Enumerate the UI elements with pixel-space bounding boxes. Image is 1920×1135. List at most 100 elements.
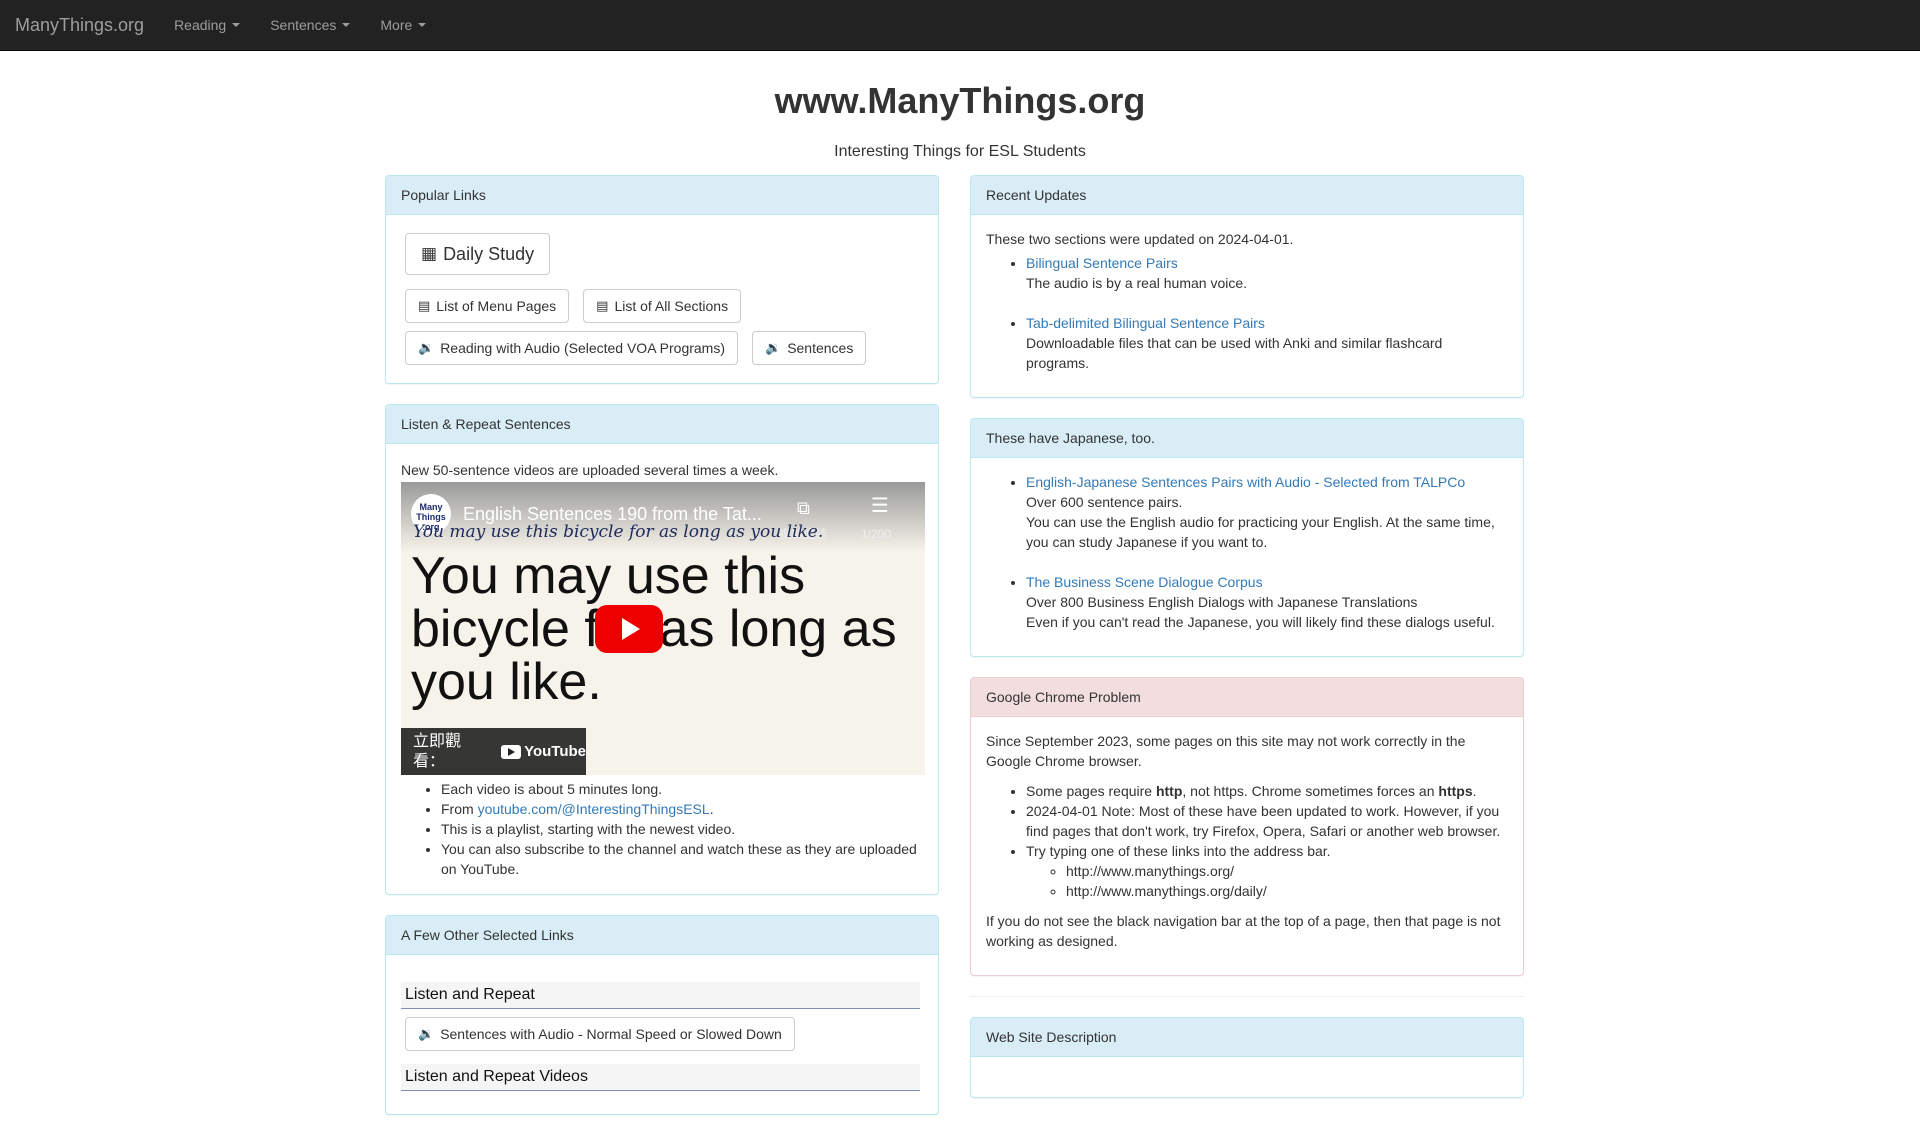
- listen-intro: New 50-sentence videos are uploaded seve…: [401, 462, 779, 478]
- panel-heading: Web Site Description: [971, 1018, 1523, 1057]
- daily-study-button[interactable]: ▦ Daily Study: [405, 233, 551, 275]
- chrome-intro: Since September 2023, some pages on this…: [986, 733, 1466, 769]
- item-description: Even if you can't read the Japanese, you…: [1026, 614, 1495, 630]
- video-big-text: You may use this bicycle for as long as …: [411, 547, 897, 711]
- item-description: Downloadable files that can be used with…: [1026, 335, 1443, 371]
- calendar-icon: ▦: [421, 244, 438, 263]
- listen-repeat-panel: Listen & Repeat Sentences New 50-sentenc…: [385, 404, 939, 895]
- list-item: Try typing one of these links into the a…: [1026, 841, 1508, 901]
- business-dialogue-link[interactable]: The Business Scene Dialogue Corpus: [1026, 574, 1263, 590]
- sentences-button[interactable]: 🔉 Sentences: [752, 331, 867, 365]
- top-navbar: ManyThings.org Reading Sentences More: [0, 0, 1920, 51]
- nav-more-label: More: [380, 17, 413, 33]
- list-item: 2024-04-01 Note: Most of these have been…: [1026, 801, 1508, 841]
- section-subheading: Listen and Repeat Videos: [401, 1064, 920, 1091]
- brand-link[interactable]: ManyThings.org: [15, 15, 144, 36]
- item-description: The audio is by a real human voice.: [1026, 275, 1248, 291]
- button-label: Reading with Audio (Selected VOA Program…: [440, 340, 725, 356]
- caret-down-icon: [232, 23, 241, 27]
- list-item: From youtube.com/@InterestingThingsESL.: [441, 799, 923, 819]
- list-item: Bilingual Sentence Pairs The audio is by…: [1026, 253, 1508, 313]
- play-icon: [622, 618, 640, 640]
- panel-heading: Listen & Repeat Sentences: [386, 405, 938, 444]
- panel-heading: Recent Updates: [971, 176, 1523, 215]
- list-item: The Business Scene Dialogue Corpus Over …: [1026, 572, 1508, 632]
- list-item: http://www.manythings.org/daily/: [1066, 881, 1508, 901]
- panel-heading: These have Japanese, too.: [971, 419, 1523, 458]
- text: .: [709, 801, 714, 817]
- sentences-audio-button[interactable]: 🔉 Sentences with Audio - Normal Speed or…: [405, 1017, 795, 1051]
- volume-icon: 🔉: [418, 340, 435, 355]
- caret-down-icon: [418, 23, 427, 27]
- item-description: Over 600 sentence pairs.: [1026, 494, 1183, 510]
- talpco-link[interactable]: English-Japanese Sentences Pairs with Au…: [1026, 474, 1465, 490]
- nav-sentences-dropdown[interactable]: Sentences: [270, 17, 351, 33]
- button-label: List of Menu Pages: [436, 298, 557, 314]
- youtube-channel-link[interactable]: youtube.com/@InterestingThingsESL: [478, 801, 710, 817]
- text: , not https. Chrome sometimes forces an: [1182, 783, 1439, 799]
- chrome-outro: If you do not see the black navigation b…: [986, 913, 1501, 949]
- button-label: List of All Sections: [614, 298, 729, 314]
- button-label: Daily Study: [443, 244, 535, 264]
- panel-heading: A Few Other Selected Links: [386, 916, 938, 955]
- video-title[interactable]: English Sentences 190 from the Tat...: [463, 504, 762, 524]
- chrome-problem-panel: Google Chrome Problem Since September 20…: [970, 677, 1524, 976]
- chrome-list: Some pages require http, not https. Chro…: [986, 781, 1508, 901]
- text: http: [1155, 783, 1183, 799]
- youtube-logo: YouTube: [501, 742, 586, 762]
- volume-icon: 🔉: [765, 340, 782, 355]
- updates-intro: These two sections were updated on 2024-…: [986, 231, 1294, 247]
- list-item: Each video is about 5 minutes long.: [441, 779, 923, 799]
- text: https: [1438, 783, 1473, 799]
- video-script-line: You may use this bicycle for as long as …: [413, 522, 824, 542]
- page-title: www.ManyThings.org: [774, 80, 1146, 121]
- button-label: Sentences with Audio - Normal Speed or S…: [440, 1026, 782, 1042]
- popular-links-panel: Popular Links ▦ Daily Study ▤ List of Me…: [385, 175, 939, 384]
- nav-more-dropdown[interactable]: More: [380, 17, 427, 33]
- menu-pages-button[interactable]: ▤ List of Menu Pages: [405, 289, 570, 323]
- nav-sentences-label: Sentences: [270, 17, 337, 33]
- copy-link-icon[interactable]: ⧉: [797, 498, 810, 518]
- list-icon: ▤: [596, 298, 609, 313]
- item-description: You can use the English audio for practi…: [1026, 514, 1495, 550]
- other-links-panel: A Few Other Selected Links Listen and Re…: [385, 915, 939, 1115]
- text: .: [1472, 783, 1477, 799]
- tab-delimited-link[interactable]: Tab-delimited Bilingual Sentence Pairs: [1026, 315, 1265, 331]
- divider: [970, 996, 1524, 997]
- caret-down-icon: [342, 23, 351, 27]
- button-label: Sentences: [787, 340, 854, 356]
- page-subtitle: Interesting Things for ESL Students: [834, 143, 1086, 160]
- watch-label: 立即觀看：: [413, 732, 462, 770]
- list-icon: ▤: [418, 298, 431, 313]
- youtube-video-player[interactable]: Many Things .org English Sentences 190 f…: [401, 482, 925, 775]
- video-info-list: Each video is about 5 minutes long. From…: [401, 779, 923, 879]
- youtube-label: YouTube: [524, 742, 586, 760]
- playlist-icon[interactable]: ☰: [871, 496, 889, 516]
- list-item: English-Japanese Sentences Pairs with Au…: [1026, 472, 1508, 572]
- watch-on-youtube-button[interactable]: 立即觀看： YouTube: [401, 728, 586, 775]
- bilingual-pairs-link[interactable]: Bilingual Sentence Pairs: [1026, 255, 1178, 271]
- text: From: [441, 801, 478, 817]
- japanese-panel: These have Japanese, too. English-Japane…: [970, 418, 1524, 657]
- item-description: Over 800 Business English Dialogs with J…: [1026, 594, 1418, 610]
- url-list: http://www.manythings.org/ http://www.ma…: [1026, 861, 1508, 901]
- play-button[interactable]: [595, 605, 663, 653]
- left-column: Popular Links ▦ Daily Study ▤ List of Me…: [385, 175, 939, 1135]
- list-item: Tab-delimited Bilingual Sentence Pairs D…: [1026, 313, 1508, 373]
- japanese-list: English-Japanese Sentences Pairs with Au…: [986, 472, 1508, 632]
- updates-list: Bilingual Sentence Pairs The audio is by…: [986, 253, 1508, 373]
- text: Some pages require: [1026, 783, 1156, 799]
- list-item: This is a playlist, starting with the ne…: [441, 819, 923, 839]
- list-item: You can also subscribe to the channel an…: [441, 839, 923, 879]
- playlist-count: 1/200: [861, 527, 892, 541]
- reading-audio-button[interactable]: 🔉 Reading with Audio (Selected VOA Progr…: [405, 331, 738, 365]
- recent-updates-panel: Recent Updates These two sections were u…: [970, 175, 1524, 398]
- panel-heading: Google Chrome Problem: [971, 678, 1523, 717]
- list-item: http://www.manythings.org/: [1066, 861, 1508, 881]
- panel-heading: Popular Links: [386, 176, 938, 215]
- nav-reading-label: Reading: [174, 17, 227, 33]
- text: Try typing one of these links into the a…: [1026, 843, 1331, 859]
- nav-reading-dropdown[interactable]: Reading: [174, 17, 241, 33]
- all-sections-button[interactable]: ▤ List of All Sections: [583, 289, 742, 323]
- youtube-icon: [501, 744, 522, 759]
